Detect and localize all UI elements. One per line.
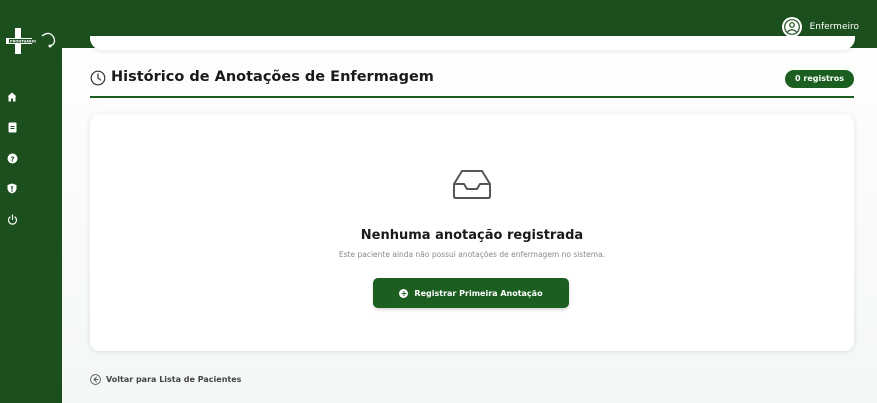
register-first-note-label: Registrar Primeira Anotação: [414, 288, 543, 298]
arrow-left-circle-icon: [90, 374, 101, 385]
svg-text:?: ?: [10, 155, 14, 163]
main-content: Histórico de Anotações de Enfermagem 0 r…: [62, 48, 877, 403]
empty-state-card: Nenhuma anotação registrada Este pacient…: [90, 114, 854, 351]
document-icon: [8, 122, 16, 132]
shield-icon: [7, 183, 17, 193]
app-root: PRONTUARIO ? Enfermeiro Histórico de Ano…: [0, 0, 877, 403]
plus-circle-icon: +: [399, 288, 409, 298]
sidebar: PRONTUARIO ?: [0, 0, 62, 403]
power-icon: [7, 213, 17, 225]
back-link-label: Voltar para Lista de Pacientes: [106, 375, 242, 384]
sidebar-item-logout[interactable]: [0, 210, 24, 228]
history-header: Histórico de Anotações de Enfermagem 0 r…: [90, 69, 854, 98]
home-icon: [7, 92, 17, 102]
sidebar-item-home[interactable]: [0, 88, 24, 106]
page-title: Histórico de Anotações de Enfermagem: [111, 69, 434, 85]
app-logo[interactable]: PRONTUARIO: [6, 26, 58, 56]
avatar: [781, 17, 802, 37]
sidebar-item-document[interactable]: [0, 118, 24, 136]
user-role-label: Enfermeiro: [809, 22, 859, 32]
svg-text:PRONTUARIO: PRONTUARIO: [10, 40, 36, 44]
sidebar-item-security[interactable]: [0, 179, 24, 197]
back-to-patient-list-link[interactable]: Voltar para Lista de Pacientes: [90, 374, 241, 385]
empty-state-title: Nenhuma anotação registrada: [360, 228, 584, 243]
help-icon: ?: [7, 153, 17, 163]
records-count-badge: 0 registros: [785, 70, 854, 88]
empty-state-description: Este paciente ainda não possui anotações…: [338, 250, 606, 259]
register-first-note-button[interactable]: + Registrar Primeira Anotação: [373, 278, 569, 308]
header-card-edge: [90, 36, 855, 50]
logo-icon: PRONTUARIO: [6, 28, 56, 54]
user-icon: [783, 19, 800, 35]
sidebar-item-help[interactable]: ?: [0, 149, 24, 167]
inbox-icon: [453, 170, 491, 199]
clock-icon: [90, 70, 106, 86]
user-menu[interactable]: Enfermeiro: [781, 17, 859, 37]
